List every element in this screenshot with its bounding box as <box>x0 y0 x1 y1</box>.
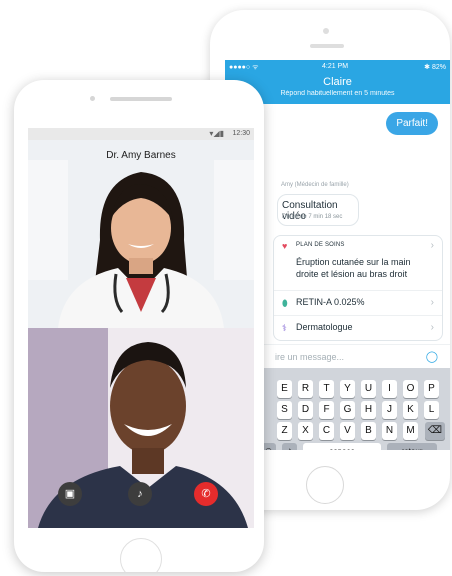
prescription-label: RETIN-A 0.025% <box>296 297 365 307</box>
chevron-right-icon: › <box>430 297 434 308</box>
key-z[interactable]: Z <box>277 422 292 440</box>
referral-icon: ⚕ <box>282 323 287 333</box>
message-input[interactable]: ire un message... <box>275 352 344 362</box>
key-x[interactable]: X <box>298 422 313 440</box>
key-o[interactable]: O <box>403 380 418 398</box>
home-button[interactable] <box>306 466 344 504</box>
key-g[interactable]: G <box>340 401 355 419</box>
key-u[interactable]: U <box>361 380 376 398</box>
key-v[interactable]: V <box>340 422 355 440</box>
chevron-right-icon: › <box>430 322 434 333</box>
key-c[interactable]: C <box>319 422 334 440</box>
patient-video: ▣ ♪ ✆ <box>28 328 254 528</box>
video-consult-duration: Durée de 7 min 18 sec <box>282 214 343 220</box>
chat-title: Claire <box>323 76 352 88</box>
chevron-right-icon: › <box>430 240 434 251</box>
front-camera <box>90 96 95 101</box>
delete-key-icon[interactable]: ⌫ <box>425 422 445 440</box>
doctor-video: Dr. Amy Barnes <box>28 140 254 328</box>
key-f[interactable]: F <box>319 401 334 419</box>
battery-status: ✱ 82% <box>424 64 446 71</box>
referral-row[interactable]: ⚕ Dermatologue › <box>274 315 442 340</box>
key-m[interactable]: M <box>403 422 418 440</box>
prescription-row[interactable]: ⬮ RETIN-A 0.025% › <box>274 290 442 316</box>
key-h[interactable]: H <box>361 401 376 419</box>
home-button[interactable] <box>120 538 162 572</box>
earpiece <box>310 44 344 48</box>
care-plan-text: Éruption cutanée sur la main droite et l… <box>296 257 411 279</box>
care-plan-row[interactable]: ♥ PLAN DE SOINS Éruption cutanée sur la … <box>274 236 442 291</box>
space-key[interactable]: espace <box>303 443 381 450</box>
key-p[interactable]: P <box>424 380 439 398</box>
video-call-screen: ▾◢▮ 12:30 Dr. Amy Barnes ▣ ♪ ✆ <box>28 128 254 528</box>
video-consult-bubble[interactable]: Consultation vidéo Durée de 7 min 18 sec <box>277 194 359 226</box>
hang-up-icon: ✆ <box>201 488 211 500</box>
end-call-button[interactable]: ✆ <box>194 482 218 506</box>
key-b[interactable]: B <box>361 422 376 440</box>
heart-icon: ♥ <box>282 241 288 251</box>
signal-battery-icon: ▾◢▮ <box>209 129 224 138</box>
key-j[interactable]: J <box>382 401 397 419</box>
pill-icon: ⬮ <box>282 298 288 308</box>
mute-button[interactable]: ♪ <box>128 482 152 506</box>
key-y[interactable]: Y <box>340 380 355 398</box>
carrier-signal: ●●●●○ ᯤ <box>229 64 259 71</box>
earpiece <box>110 97 172 101</box>
key-e[interactable]: E <box>277 380 292 398</box>
referral-label: Dermatologue <box>296 322 353 332</box>
microphone-icon: ♪ <box>137 488 143 500</box>
return-key[interactable]: retour <box>387 443 437 450</box>
key-i[interactable]: I <box>382 380 397 398</box>
status-bar: ▾◢▮ 12:30 <box>28 128 254 140</box>
camera-icon: ▣ <box>64 488 76 500</box>
mic-key-icon[interactable]: ♪ <box>282 443 297 450</box>
status-time: 12:30 <box>232 130 250 137</box>
sender-label: Amy (Médecin de famille) <box>281 182 349 188</box>
key-l[interactable]: L <box>424 401 439 419</box>
doctor-portrait <box>28 140 254 328</box>
doctor-name: Dr. Amy Barnes <box>106 150 176 161</box>
video-call-phone: ▾◢▮ 12:30 Dr. Amy Barnes ▣ ♪ ✆ <box>14 80 264 572</box>
key-t[interactable]: T <box>319 380 334 398</box>
key-s[interactable]: S <box>277 401 292 419</box>
chat-bubble-icon[interactable]: ◯ <box>426 350 438 363</box>
key-d[interactable]: D <box>298 401 313 419</box>
sent-message-bubble: Parfait! <box>386 112 438 135</box>
status-bar: ●●●●○ ᯤ 4:21 PM ✱ 82% <box>225 60 450 74</box>
care-plan-card: ♥ PLAN DE SOINS Éruption cutanée sur la … <box>273 235 443 341</box>
care-plan-label: PLAN DE SOINS <box>296 242 345 248</box>
switch-camera-button[interactable]: ▣ <box>58 482 82 506</box>
key-k[interactable]: K <box>403 401 418 419</box>
status-time: 4:21 PM <box>322 63 349 70</box>
key-n[interactable]: N <box>382 422 397 440</box>
front-camera <box>323 28 329 34</box>
key-r[interactable]: R <box>298 380 313 398</box>
